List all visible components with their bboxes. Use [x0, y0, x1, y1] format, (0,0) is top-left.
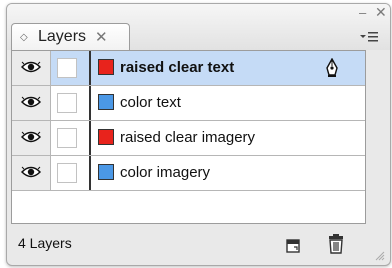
tab-close-icon[interactable]: ✕: [95, 28, 108, 46]
lock-toggle[interactable]: [57, 163, 77, 183]
collapse-icon[interactable]: ◇: [20, 32, 34, 43]
layer-row[interactable]: color imagery: [12, 156, 365, 191]
panel-menu-icon[interactable]: [357, 30, 381, 46]
layer-color-swatch: [98, 129, 114, 145]
lock-toggle[interactable]: [57, 128, 77, 148]
row-divider: [89, 86, 91, 120]
layer-name: color text: [120, 94, 181, 111]
layer-color-swatch: [98, 164, 114, 180]
layers-panel: – ✕ ◇ Layers ✕ raised clear text color te…: [6, 3, 391, 266]
layer-count: 4 Layers: [18, 235, 72, 251]
row-divider: [89, 121, 91, 155]
trash-icon: [329, 234, 343, 254]
layer-color-swatch: [98, 59, 114, 75]
row-divider: [89, 51, 91, 85]
visibility-toggle[interactable]: [12, 121, 51, 155]
resize-grip-icon[interactable]: [373, 248, 385, 265]
layer-name: raised clear text: [120, 59, 235, 76]
new-layer-button[interactable]: [285, 238, 301, 258]
row-divider: [89, 156, 91, 190]
lock-toggle[interactable]: [57, 93, 77, 113]
panel-titlebar[interactable]: – ✕ ◇ Layers ✕: [7, 4, 390, 50]
flyout-menu-icon: [360, 32, 378, 42]
layer-color-swatch: [98, 94, 114, 110]
visibility-toggle[interactable]: [12, 51, 51, 85]
layer-name: color imagery: [120, 164, 211, 181]
layer-row[interactable]: color text: [12, 86, 365, 121]
eye-icon: [20, 95, 42, 112]
layer-row[interactable]: raised clear text: [12, 51, 365, 86]
tab-title: Layers: [38, 28, 87, 45]
eye-icon: [20, 130, 42, 147]
layer-row[interactable]: raised clear imagery: [12, 121, 365, 156]
layer-name: raised clear imagery: [120, 129, 256, 146]
visibility-toggle[interactable]: [12, 86, 51, 120]
layers-list: raised clear text color text raised clear …: [11, 50, 366, 224]
tab-layers[interactable]: ◇ Layers ✕: [11, 23, 130, 50]
delete-layer-button[interactable]: [327, 234, 345, 258]
minimize-icon[interactable]: –: [359, 6, 366, 19]
pen-nib-icon: [325, 57, 339, 82]
visibility-toggle[interactable]: [12, 156, 51, 190]
close-icon[interactable]: ✕: [375, 5, 387, 19]
eye-icon: [20, 165, 42, 182]
lock-toggle[interactable]: [57, 58, 77, 78]
new-layer-icon: [286, 239, 300, 253]
eye-icon: [20, 60, 42, 77]
